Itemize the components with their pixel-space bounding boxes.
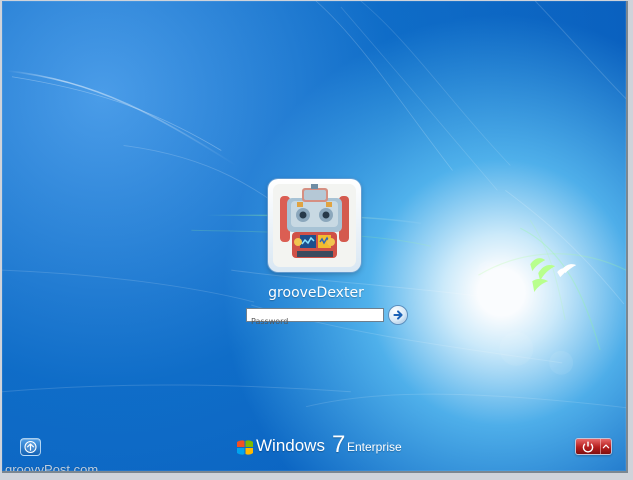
ease-of-access-button[interactable] xyxy=(20,438,41,456)
shutdown-controls xyxy=(575,438,612,455)
avatar xyxy=(273,184,356,267)
username-label: grooveDexter xyxy=(268,285,364,301)
submit-button[interactable] xyxy=(388,305,408,325)
login-screen: grooveDexter Windows 7 Enterprise groovy… xyxy=(2,1,628,473)
arrow-right-icon xyxy=(393,310,403,320)
password-input[interactable] xyxy=(247,315,383,328)
shutdown-options-button[interactable] xyxy=(601,439,611,454)
robot-avatar-icon xyxy=(273,184,356,267)
windows-brand-version: 7 xyxy=(332,431,346,458)
screenshot-frame: grooveDexter Windows 7 Enterprise groovy… xyxy=(0,0,633,480)
windows-brand-name: Windows xyxy=(256,436,325,455)
windows-logo-icon xyxy=(237,440,253,455)
watermark-text: groovyPost.com xyxy=(5,462,99,473)
power-icon xyxy=(582,441,594,453)
password-field-wrapper[interactable] xyxy=(246,308,384,328)
windows-brand-edition: Enterprise xyxy=(347,440,402,454)
chevron-up-icon xyxy=(602,444,610,449)
user-avatar[interactable] xyxy=(268,179,361,272)
ease-of-access-icon xyxy=(24,440,37,454)
shutdown-button[interactable] xyxy=(576,439,601,454)
windows-brand: Windows 7 Enterprise xyxy=(236,433,406,459)
